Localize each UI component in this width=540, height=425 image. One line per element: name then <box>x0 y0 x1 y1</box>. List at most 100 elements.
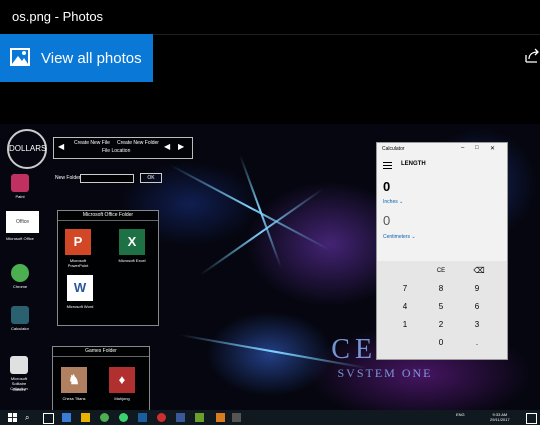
app-label: Microsoft Excel <box>118 258 146 263</box>
app-label: Microsoft PowerPoint <box>67 258 89 268</box>
calculator-mode: LENGTH <box>401 161 426 167</box>
key-3[interactable]: 3 <box>459 317 495 333</box>
chrome-icon <box>11 264 29 282</box>
from-unit-dropdown[interactable]: Inches ⌄ <box>383 199 403 205</box>
office-tile-label: Office <box>16 219 29 225</box>
word-icon: W <box>67 275 93 301</box>
key-5[interactable]: 5 <box>423 299 459 315</box>
hamburger-menu-icon[interactable] <box>383 162 392 171</box>
key-6[interactable]: 6 <box>459 299 495 315</box>
calculator-taskbar-icon[interactable] <box>216 413 225 422</box>
file-explorer-icon[interactable] <box>81 413 90 422</box>
key-ce[interactable]: CE <box>423 263 459 279</box>
key-2[interactable]: 2 <box>423 317 459 333</box>
powerpoint-icon: P <box>65 229 91 255</box>
office-folder-panel: Microsoft Office Folder P Microsoft Powe… <box>57 210 159 326</box>
nav-next-arrow-icon[interactable]: ▶ <box>178 143 184 151</box>
games-folder-panel: Games Folder ♞ Chess Titans ♦ Mahjong <box>52 346 150 416</box>
edge-icon[interactable] <box>62 413 71 422</box>
from-unit-label: Inches <box>383 199 398 205</box>
tray-language[interactable]: ENG <box>456 412 465 417</box>
windows-start-icon[interactable] <box>8 413 17 422</box>
desktop-icon-chrome[interactable]: Chrome <box>5 264 35 289</box>
excel-app[interactable]: X Microsoft Excel <box>116 229 148 263</box>
key-backspace[interactable]: ⌫ <box>461 263 497 279</box>
desktop-icon-paint[interactable]: Paint <box>5 174 35 199</box>
notifications-icon[interactable] <box>526 413 537 424</box>
share-icon[interactable] <box>524 48 540 64</box>
powerpoint-app[interactable]: P Microsoft PowerPoint <box>62 229 94 268</box>
app-gray-icon[interactable] <box>232 413 241 422</box>
tray-date: 29/11/2017 <box>490 417 510 422</box>
calculator-keypad: CE ⌫ 7 8 9 4 5 6 1 2 3 0 . <box>377 261 507 359</box>
key-9[interactable]: 9 <box>459 281 495 297</box>
games-folder-title: Games Folder <box>53 347 149 357</box>
messaging-icon[interactable] <box>119 413 128 422</box>
ok-button[interactable]: OK <box>140 173 162 183</box>
desktop-icon-calculator[interactable]: Calculator <box>5 306 35 331</box>
desktop-icon-solitaire[interactable]: Microsoft Solitaire Collection <box>4 356 34 391</box>
file-location-link[interactable]: File Location <box>102 148 130 154</box>
app-green-icon[interactable] <box>195 413 204 422</box>
dollars-logo: DOLLARS <box>7 129 47 169</box>
chrome-taskbar-icon[interactable] <box>100 413 109 422</box>
file-nav-bar: ◀ Create New File Create New Folder File… <box>53 137 193 159</box>
key-8[interactable]: 8 <box>423 281 459 297</box>
desktop-icon-label: Microsoft Office <box>6 236 34 241</box>
new-folder-label: New Folder <box>55 175 81 181</box>
chess-titans-app[interactable]: ♞ Chess Titans <box>58 367 90 401</box>
minimize-icon[interactable]: – <box>461 145 464 151</box>
key-decimal[interactable]: . <box>459 335 495 351</box>
key-7[interactable]: 7 <box>387 281 423 297</box>
from-value[interactable]: 0 <box>383 179 390 194</box>
close-icon[interactable]: ✕ <box>490 145 495 152</box>
desktop-icon-label: Calculator <box>10 326 29 331</box>
maximize-icon[interactable]: □ <box>475 145 479 151</box>
task-view-icon[interactable] <box>43 413 54 424</box>
calculator-title-bar: Calculator – □ ✕ <box>377 143 507 155</box>
desktop-icon-label: Chrome <box>12 284 28 289</box>
desktop-icon-games[interactable]: Games <box>4 387 34 392</box>
mahjong-app[interactable]: ♦ Mahjong <box>106 367 138 401</box>
nav-left-arrow-icon[interactable]: ◀ <box>58 143 64 151</box>
app-label: Mahjong <box>114 396 130 401</box>
calculator-title: Calculator <box>382 146 405 152</box>
key-0[interactable]: 0 <box>423 335 459 351</box>
window-title: os.png - Photos <box>12 9 104 24</box>
key-4[interactable]: 4 <box>387 299 423 315</box>
to-unit-dropdown[interactable]: Centimeters ⌄ <box>383 234 416 240</box>
app-label: Chess Titans <box>62 396 86 401</box>
app-label: Microsoft Word <box>66 304 94 309</box>
office-tile[interactable]: Office <box>6 211 39 233</box>
taskbar: ⌕ ENG 9:33 AM 29/11/2017 <box>0 410 540 425</box>
store-icon[interactable] <box>138 413 147 422</box>
desktop-icon-label: Paint <box>15 194 25 199</box>
key-1[interactable]: 1 <box>387 317 423 333</box>
new-folder-input[interactable] <box>80 174 134 183</box>
desktop-icon-label: Games <box>12 387 26 392</box>
create-folder-link[interactable]: Create New Folder <box>117 140 159 146</box>
to-unit-label: Centimeters <box>383 234 410 240</box>
tray-clock[interactable]: 9:33 AM 29/11/2017 <box>490 412 510 422</box>
chevron-down-icon: ⌄ <box>399 199 404 205</box>
app-red-icon[interactable] <box>157 413 166 422</box>
view-all-photos-label: View all photos <box>41 50 142 67</box>
calculator-window: Calculator – □ ✕ LENGTH 0 Inches ⌄ 0 Cen… <box>376 142 508 360</box>
chevron-down-icon: ⌄ <box>411 234 416 240</box>
excel-icon: X <box>119 229 145 255</box>
word-app[interactable]: W Microsoft Word <box>64 275 96 309</box>
paint-icon <box>11 174 29 192</box>
nav-prev-arrow-icon[interactable]: ◀ <box>164 143 170 151</box>
app-blue-icon[interactable] <box>176 413 185 422</box>
mahjong-icon: ♦ <box>109 367 135 393</box>
cards-icon <box>10 356 28 374</box>
chess-icon: ♞ <box>61 367 87 393</box>
office-folder-title: Microsoft Office Folder <box>58 211 158 221</box>
create-file-link[interactable]: Create New File <box>74 140 110 146</box>
photos-icon <box>10 48 30 66</box>
view-all-photos-button[interactable]: View all photos <box>0 34 153 82</box>
watermark-line2: SVSTEM ONE <box>337 366 433 380</box>
search-icon[interactable]: ⌕ <box>25 413 34 422</box>
to-value[interactable]: 0 <box>383 213 390 228</box>
desktop-icon-microsoft-office[interactable]: Microsoft Office <box>5 236 35 241</box>
